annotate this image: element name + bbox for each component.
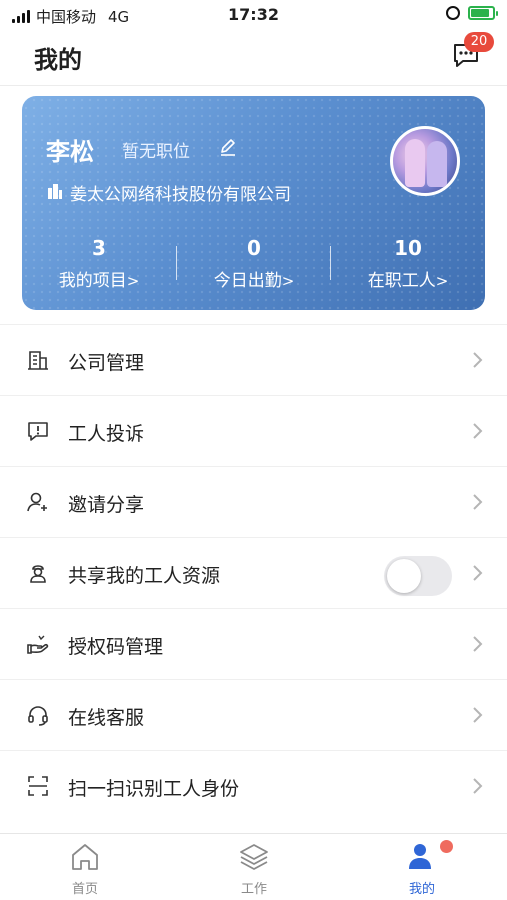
- complaint-icon: [28, 422, 48, 441]
- tab-label: 首页: [71, 882, 98, 897]
- status-bar: 中国移动 4G 17:32: [0, 0, 507, 30]
- status-time: 17:32: [228, 5, 279, 24]
- hand-icon: [27, 635, 49, 654]
- notification-dot: [440, 840, 453, 853]
- stats-row: 3 我的项目> 0 今日出勤> 10 在职工人>: [22, 236, 485, 296]
- tab-label: 工作: [240, 882, 267, 897]
- layers-icon: [240, 844, 268, 870]
- chevron-right-icon: [473, 778, 483, 794]
- headset-icon: [28, 706, 48, 726]
- tab-label: 我的: [408, 882, 435, 897]
- menu-item-label: 在线客服: [68, 707, 145, 729]
- tab-mine[interactable]: 我的: [362, 842, 482, 897]
- profile-card[interactable]: 李松 暂无职位 姜太公网络科技股份有限公司 3 我的项目> 0 今日出勤> 10…: [22, 96, 485, 310]
- chevron-right-icon: [473, 636, 483, 652]
- company-name: 姜太公网络科技股份有限公司: [70, 185, 291, 205]
- tab-work[interactable]: 工作: [194, 842, 314, 897]
- chevron-right-icon: [473, 423, 483, 439]
- menu-item-scan-worker[interactable]: 扫一扫识别工人身份: [0, 750, 507, 821]
- chevron-right-icon: >: [435, 272, 449, 290]
- worker-icon: [30, 565, 46, 583]
- chevron-right-icon: >: [281, 272, 295, 290]
- user-name: 李松: [46, 138, 94, 166]
- bottom-tab-bar: 首页 工作 我的: [0, 833, 507, 900]
- page-header: 我的: [0, 30, 507, 86]
- menu-item-auth-code[interactable]: 授权码管理: [0, 608, 507, 679]
- message-count-badge: 20: [464, 32, 494, 52]
- edit-icon[interactable]: [218, 137, 238, 157]
- stat-label: 我的项目: [58, 271, 127, 291]
- battery-icon: [468, 6, 498, 20]
- chevron-right-icon: [473, 494, 483, 510]
- toggle-knob: [387, 559, 421, 593]
- menu-item-label: 扫一扫识别工人身份: [68, 778, 240, 800]
- add-user-icon: [27, 492, 47, 512]
- user-position[interactable]: 暂无职位: [122, 137, 190, 162]
- share-workers-toggle[interactable]: [384, 556, 452, 596]
- menu-item-worker-complaints[interactable]: 工人投诉: [0, 395, 507, 466]
- person-icon: [409, 844, 431, 869]
- stat-value: 0: [247, 236, 261, 260]
- stat-label: 今日出勤: [213, 271, 282, 291]
- stat-active-workers[interactable]: 10 在职工人>: [331, 236, 485, 291]
- building-icon: [28, 351, 48, 370]
- chevron-right-icon: [473, 707, 483, 723]
- stat-value: 10: [394, 236, 422, 260]
- tab-home[interactable]: 首页: [25, 842, 145, 897]
- company-icon: [48, 184, 62, 199]
- chevron-right-icon: >: [126, 272, 140, 290]
- avatar[interactable]: [390, 126, 460, 196]
- stat-today-attendance[interactable]: 0 今日出勤>: [177, 236, 331, 291]
- menu-item-label: 工人投诉: [68, 423, 145, 445]
- menu-item-label: 授权码管理: [68, 636, 164, 658]
- menu-item-label: 共享我的工人资源: [68, 565, 221, 587]
- menu-item-company-management[interactable]: 公司管理: [0, 324, 507, 395]
- chevron-right-icon: [473, 565, 483, 581]
- menu-item-label: 邀请分享: [68, 494, 145, 516]
- page-title: 我的: [34, 46, 82, 74]
- stat-my-projects[interactable]: 3 我的项目>: [22, 236, 176, 291]
- chevron-right-icon: [473, 352, 483, 368]
- alarm-icon: [446, 6, 460, 20]
- menu-item-invite-share[interactable]: 邀请分享: [0, 466, 507, 537]
- menu-item-share-workers[interactable]: 共享我的工人资源: [0, 537, 507, 608]
- settings-menu: 公司管理 工人投诉 邀请分享 共享我的工人资源 授权码管理 在线客服 扫一扫识别…: [0, 324, 507, 821]
- menu-item-online-support[interactable]: 在线客服: [0, 679, 507, 750]
- status-right: [446, 6, 498, 20]
- stat-label: 在职工人: [367, 271, 436, 291]
- menu-item-label: 公司管理: [68, 352, 145, 374]
- scan-icon: [28, 776, 48, 796]
- home-icon: [72, 844, 98, 870]
- stat-value: 3: [92, 236, 106, 260]
